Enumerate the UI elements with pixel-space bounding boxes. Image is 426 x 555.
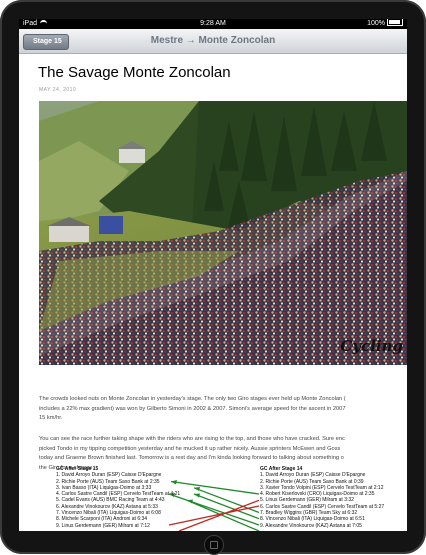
cycling-logo: Cycling <box>340 337 403 355</box>
gc-row: 5. Cadel Evans (AUS) BMC Racing Team at … <box>56 497 165 504</box>
crowd-mountain-image <box>39 101 407 365</box>
back-button[interactable]: Stage 15 <box>23 34 69 50</box>
status-bar: iPad 9:28 AM 100% <box>19 19 407 29</box>
screen: iPad 9:28 AM 100% Mestre → Monte Zoncola… <box>19 19 407 531</box>
article-date: MAY 24, 2010 <box>39 87 77 93</box>
article-photo: Cycling <box>39 101 407 365</box>
battery-indicator: 100% <box>367 19 403 29</box>
paragraph-line: 15 km/hr. <box>39 415 63 421</box>
gc-table-stage-14: GC After Stage 14 1. David Arroyo Duran … <box>260 466 384 529</box>
paragraph-line: You can see the race further taking shap… <box>39 436 345 442</box>
nav-title: Mestre → Monte Zoncolan <box>150 35 276 46</box>
paragraph-line: The crowds looked nuts on Monte Zoncolan… <box>39 396 346 402</box>
article-content[interactable]: The Savage Monte Zoncolan MAY 24, 2010 C… <box>19 54 407 531</box>
paragraph-line: includes a 22% max gradient) was won by … <box>39 405 346 412</box>
loss-arrows <box>168 499 260 531</box>
gc-row: 9. Linus Gerdemann (GER) Milram at 7:12 <box>56 522 150 529</box>
arrow-line <box>170 480 260 495</box>
paragraph-1: The crowds looked nuts on Monte Zoncolan… <box>39 395 407 424</box>
ipad-frame: iPad 9:28 AM 100% Mestre → Monte Zoncola… <box>0 0 426 555</box>
gc-table-stage-15: GC After Stage 15 1. David Arroyo Duran … <box>56 466 180 529</box>
navigation-bar: Mestre → Monte Zoncolan Stage 15 <box>19 29 407 54</box>
article-title: The Savage Monte Zoncolan <box>38 64 231 81</box>
gc-row: 9. Alexandre Vinokourov (KAZ) Astana at … <box>260 522 362 529</box>
paragraph-line: today and Graeme Brown finished last. To… <box>39 455 344 461</box>
home-button[interactable] <box>204 535 224 555</box>
battery-icon <box>387 19 403 27</box>
arrow-head <box>194 493 200 498</box>
status-time: 9:28 AM <box>200 20 226 27</box>
gain-arrows <box>168 480 260 531</box>
paragraph-line: picked Tondo in my tipping competition y… <box>39 445 341 452</box>
arrow-line <box>193 487 260 514</box>
